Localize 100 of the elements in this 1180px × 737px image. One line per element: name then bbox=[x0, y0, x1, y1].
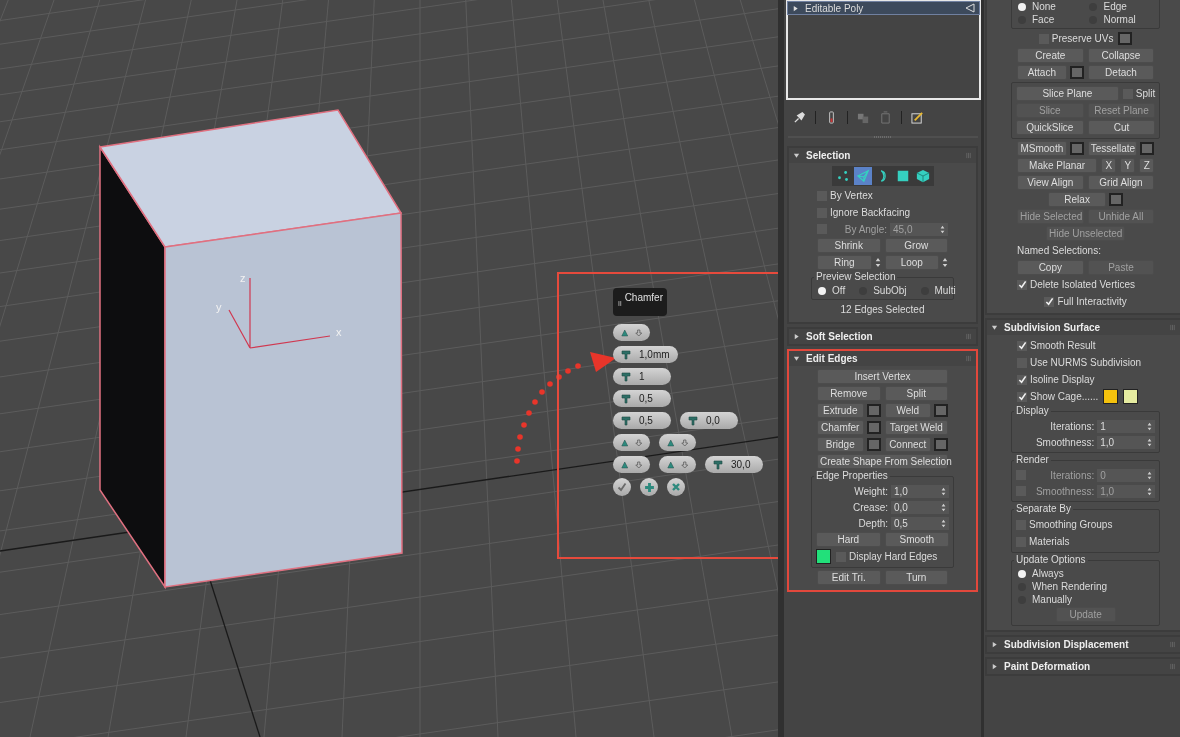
down-arrow-icon bbox=[634, 327, 642, 338]
command-button[interactable]: Extrude bbox=[817, 403, 864, 418]
spinner-field[interactable]: 0,0 bbox=[891, 500, 949, 514]
toggle-pill[interactable] bbox=[659, 434, 696, 451]
color-swatch[interactable] bbox=[816, 549, 831, 564]
command-button[interactable]: Insert Vertex bbox=[817, 369, 948, 384]
color-swatch[interactable] bbox=[1123, 389, 1139, 404]
caddy-title-bar[interactable]: Chamfer bbox=[613, 288, 667, 316]
settings-button[interactable] bbox=[1069, 66, 1084, 79]
command-button[interactable]: Tessellate bbox=[1087, 141, 1138, 156]
command-button[interactable]: Split bbox=[884, 386, 948, 401]
command-button[interactable]: Ring bbox=[817, 255, 872, 270]
checkbox[interactable] bbox=[1017, 340, 1027, 351]
command-button[interactable]: Bridge bbox=[817, 437, 864, 452]
spinner-arrows-icon[interactable] bbox=[941, 486, 946, 496]
rollout-header[interactable]: Selection bbox=[789, 148, 976, 163]
command-button[interactable]: Chamfer bbox=[817, 420, 864, 435]
toggle-pill[interactable] bbox=[613, 434, 650, 451]
spinner-field[interactable]: 1,0 bbox=[1097, 435, 1156, 449]
command-button[interactable]: Create bbox=[1017, 48, 1084, 63]
radio-button[interactable] bbox=[818, 286, 826, 295]
command-button[interactable]: Edit Tri. bbox=[817, 570, 881, 585]
toggle-pill[interactable] bbox=[659, 456, 696, 473]
command-button[interactable]: Make Planar bbox=[1017, 158, 1098, 173]
value-pill[interactable]: 0,5 bbox=[613, 390, 671, 407]
toggle-pill[interactable] bbox=[613, 324, 650, 341]
command-button[interactable]: Collapse bbox=[1087, 48, 1155, 63]
command-button[interactable]: Copy bbox=[1017, 260, 1084, 275]
rollout-header[interactable]: Subdivision Displacement bbox=[987, 637, 1180, 652]
command-button[interactable]: Turn bbox=[884, 570, 948, 585]
command-button[interactable]: X bbox=[1101, 158, 1117, 173]
modifier-stack-item[interactable]: Editable Poly bbox=[788, 2, 979, 14]
settings-button[interactable] bbox=[866, 421, 881, 434]
settings-button[interactable] bbox=[1069, 142, 1084, 155]
settings-button[interactable] bbox=[866, 404, 881, 417]
value-pill[interactable]: 1,0mm bbox=[613, 346, 678, 363]
command-button[interactable]: MSmooth bbox=[1017, 141, 1067, 156]
settings-button[interactable] bbox=[1140, 142, 1155, 155]
checkbox[interactable] bbox=[1017, 391, 1027, 402]
command-button[interactable]: Weld bbox=[884, 403, 931, 418]
settings-button[interactable] bbox=[934, 438, 948, 451]
spinner-field[interactable]: 1 bbox=[1097, 419, 1156, 433]
checkbox[interactable] bbox=[1044, 296, 1055, 307]
grip-icon bbox=[965, 333, 972, 340]
command-button[interactable]: Cut bbox=[1087, 120, 1156, 135]
subobject-button[interactable] bbox=[853, 167, 872, 185]
status-text: 12 Edges Selected bbox=[840, 304, 925, 315]
command-button[interactable]: Y bbox=[1120, 158, 1136, 173]
spinner-arrows-icon[interactable] bbox=[1147, 421, 1153, 431]
configure-icon[interactable] bbox=[911, 110, 924, 124]
checkbox[interactable] bbox=[1017, 279, 1027, 290]
checkbox-label: Smoothing Groups bbox=[1029, 519, 1113, 530]
settings-button[interactable] bbox=[1109, 193, 1124, 206]
command-button[interactable]: Z bbox=[1139, 158, 1155, 173]
command-button[interactable]: Attach bbox=[1017, 65, 1067, 80]
grip-icon[interactable] bbox=[618, 299, 622, 308]
command-button[interactable]: Slice Plane bbox=[1016, 86, 1119, 101]
rollout-header[interactable]: Soft Selection bbox=[789, 329, 976, 344]
value-pill[interactable]: 30,0 bbox=[705, 456, 763, 473]
radio-label: Normal bbox=[1103, 14, 1136, 25]
checkbox[interactable] bbox=[1017, 374, 1027, 385]
color-swatch[interactable] bbox=[1103, 389, 1119, 404]
command-button[interactable]: Grow bbox=[884, 238, 948, 253]
checkbox-label: Ignore Backfacing bbox=[830, 207, 911, 218]
toggle-pill[interactable] bbox=[613, 456, 650, 473]
rollout-header[interactable]: Paint Deformation bbox=[987, 659, 1180, 674]
command-button[interactable]: Connect bbox=[884, 437, 931, 452]
settings-button[interactable] bbox=[866, 438, 881, 451]
command-button[interactable]: Loop bbox=[884, 255, 939, 270]
settings-button[interactable] bbox=[1118, 32, 1133, 45]
spinner-arrows-icon[interactable] bbox=[941, 502, 946, 512]
spinner-field[interactable]: 0,5 bbox=[891, 516, 949, 530]
triangle-right-icon[interactable] bbox=[792, 4, 799, 12]
spinner-label: Iterations: bbox=[1049, 420, 1095, 432]
command-button[interactable]: View Align bbox=[1017, 175, 1084, 190]
value-pill[interactable]: 1 bbox=[613, 368, 671, 385]
radio-button[interactable] bbox=[1018, 2, 1026, 11]
command-button[interactable]: Smooth bbox=[884, 532, 949, 547]
triangle-down-icon bbox=[991, 324, 998, 331]
spinner-arrows-icon[interactable] bbox=[874, 257, 881, 268]
command-button[interactable]: Remove bbox=[817, 386, 881, 401]
rollout-header[interactable]: Edit Edges bbox=[789, 351, 976, 366]
settings-button[interactable] bbox=[934, 404, 948, 417]
command-button[interactable]: QuickSlice bbox=[1016, 120, 1084, 135]
spinner-arrows-icon[interactable] bbox=[941, 518, 946, 528]
command-button[interactable]: Hard bbox=[816, 532, 881, 547]
rollout-header[interactable]: Subdivision Surface bbox=[987, 320, 1180, 335]
command-button[interactable]: Target Weld bbox=[884, 420, 948, 435]
spinner-arrows-icon[interactable] bbox=[1147, 437, 1153, 447]
spinner-arrows-icon[interactable] bbox=[942, 257, 948, 268]
triangle-right-icon bbox=[991, 641, 998, 648]
value-pill[interactable]: 0,0 bbox=[680, 412, 738, 429]
command-button[interactable]: Detach bbox=[1087, 65, 1155, 80]
spinner-field[interactable]: 1,0 bbox=[891, 484, 949, 498]
value-pill[interactable]: 0,5 bbox=[613, 412, 671, 429]
command-button[interactable]: Grid Align bbox=[1087, 175, 1155, 190]
command-button[interactable]: Relax bbox=[1048, 192, 1107, 207]
radio-button[interactable] bbox=[1018, 569, 1026, 578]
command-button[interactable]: Shrink bbox=[817, 238, 881, 253]
pin-icon[interactable] bbox=[793, 110, 806, 124]
